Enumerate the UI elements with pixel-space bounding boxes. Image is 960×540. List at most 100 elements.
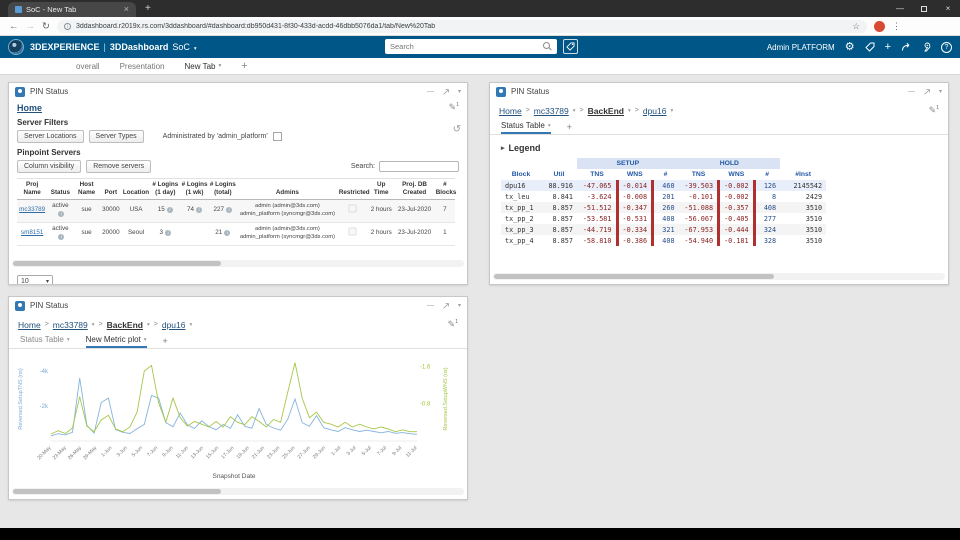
- column-header[interactable]: # Logins (1 day): [150, 178, 181, 200]
- chevron-down-icon[interactable]: ▾: [67, 337, 70, 343]
- chevron-down-icon[interactable]: ▾: [573, 108, 576, 114]
- column-header[interactable]: #: [754, 169, 780, 180]
- column-header[interactable]: Port: [99, 178, 122, 200]
- column-header[interactable]: Restricted: [337, 178, 370, 200]
- new-tab-button[interactable]: +: [145, 3, 151, 14]
- tab-close-icon[interactable]: ×: [124, 5, 129, 14]
- info-icon[interactable]: i: [165, 229, 172, 236]
- tab-overall[interactable]: overall: [76, 62, 100, 71]
- gear-icon[interactable]: ⚙: [845, 41, 855, 53]
- widget-minimize-icon[interactable]: —: [908, 88, 915, 95]
- user-name[interactable]: Admin PLATFORM: [767, 43, 835, 52]
- info-icon[interactable]: i: [226, 206, 233, 213]
- restricted-checkbox[interactable]: [349, 205, 357, 213]
- scrollbar-thumb[interactable]: [13, 261, 221, 266]
- widget-menu-icon[interactable]: ▾: [458, 88, 461, 95]
- info-icon[interactable]: i: [166, 206, 173, 213]
- scrollbar-thumb[interactable]: [13, 489, 221, 494]
- column-header[interactable]: Proj Name: [17, 178, 48, 200]
- column-header[interactable]: Proj. DB Created: [394, 178, 435, 200]
- edit-widget-button[interactable]: ✎1: [449, 102, 459, 113]
- dashboard-name[interactable]: SoC: [172, 42, 190, 52]
- column-header[interactable]: WNS: [617, 169, 653, 180]
- chevron-down-icon[interactable]: ▾: [189, 322, 192, 328]
- tab-new-metric-plot[interactable]: New Metric plot ▾: [85, 335, 147, 348]
- info-icon[interactable]: i: [224, 229, 231, 236]
- info-icon[interactable]: i: [58, 211, 65, 218]
- search-input[interactable]: [390, 42, 539, 51]
- scrollbar-thumb[interactable]: [494, 274, 775, 279]
- add-widget-tab-button[interactable]: +: [567, 122, 572, 134]
- chevron-down-icon[interactable]: ▾: [144, 337, 147, 343]
- column-header[interactable]: Up Time: [368, 178, 395, 200]
- add-tab-button[interactable]: +: [241, 60, 247, 72]
- edit-widget-button[interactable]: ✎1: [448, 319, 458, 330]
- column-header[interactable]: #: [653, 169, 679, 180]
- column-header[interactable]: # Logins (total): [208, 178, 237, 200]
- chevron-down-icon[interactable]: ▾: [147, 322, 150, 328]
- tag-search-button[interactable]: [563, 39, 578, 54]
- forward-icon[interactable]: →: [26, 21, 36, 32]
- compass-widget-icon[interactable]: [864, 42, 875, 52]
- add-widget-tab-button[interactable]: +: [163, 336, 168, 348]
- project-link[interactable]: mc33789: [19, 206, 45, 213]
- tab-caret-icon[interactable]: ▾: [218, 63, 221, 69]
- column-header[interactable]: TNS: [577, 169, 617, 180]
- column-header[interactable]: Host Name: [73, 178, 100, 200]
- info-icon[interactable]: i: [196, 206, 203, 213]
- breadcrumb-project[interactable]: mc33789: [53, 320, 88, 330]
- page-size-select[interactable]: 10 ▾: [17, 275, 53, 284]
- wrench-icon[interactable]: [921, 42, 931, 52]
- 3ds-compass-logo[interactable]: [8, 39, 24, 55]
- profile-avatar[interactable]: [873, 20, 885, 32]
- widget-menu-icon[interactable]: ▾: [458, 302, 461, 309]
- restricted-checkbox[interactable]: [349, 228, 357, 236]
- tab-status-table[interactable]: Status Table ▾: [501, 121, 551, 134]
- window-maximize-icon[interactable]: [912, 0, 936, 17]
- window-minimize-icon[interactable]: —: [888, 0, 912, 17]
- widget-expand-icon[interactable]: [442, 88, 450, 96]
- bookmark-star-icon[interactable]: ☆: [852, 21, 860, 32]
- widget-menu-icon[interactable]: ▾: [939, 88, 942, 95]
- project-link[interactable]: sm8151: [21, 229, 43, 236]
- tab-presentation[interactable]: Presentation: [120, 62, 165, 71]
- widget-expand-icon[interactable]: [442, 302, 450, 310]
- breadcrumb-home[interactable]: Home: [18, 320, 41, 330]
- address-field[interactable]: i 3ddashboard.r2019x.rs.com/3ddashboard/…: [56, 19, 867, 33]
- widget-expand-icon[interactable]: [923, 88, 931, 96]
- server-types-button[interactable]: Server Types: [88, 130, 144, 143]
- share-icon[interactable]: [901, 42, 911, 52]
- widget-minimize-icon[interactable]: —: [427, 88, 434, 95]
- column-header[interactable]: # Logins (1 wk): [180, 178, 209, 200]
- edit-widget-button[interactable]: ✎1: [929, 105, 939, 116]
- column-header[interactable]: Status: [47, 178, 74, 200]
- server-locations-button[interactable]: Server Locations: [17, 130, 84, 143]
- horizontal-scrollbar[interactable]: [493, 273, 945, 280]
- horizontal-scrollbar[interactable]: [12, 260, 464, 267]
- home-link[interactable]: Home: [17, 103, 42, 113]
- breadcrumb-project[interactable]: mc33789: [534, 106, 569, 116]
- column-header[interactable]: Admins: [236, 178, 338, 200]
- column-header[interactable]: Util: [541, 169, 577, 180]
- browser-menu-icon[interactable]: ⋮: [892, 21, 901, 32]
- breadcrumb-stage[interactable]: BackEnd: [588, 106, 624, 116]
- browser-tab[interactable]: SoC - New Tab ×: [8, 2, 136, 17]
- back-icon[interactable]: ←: [9, 21, 19, 32]
- dashboard-caret-icon[interactable]: ▾: [194, 46, 197, 52]
- chevron-down-icon[interactable]: ▾: [628, 108, 631, 114]
- column-header[interactable]: WNS: [719, 169, 755, 180]
- column-header[interactable]: TNS: [679, 169, 719, 180]
- chevron-down-icon[interactable]: ▾: [670, 108, 673, 114]
- column-header[interactable]: # Blocks: [434, 178, 456, 200]
- chevron-down-icon[interactable]: ▾: [92, 322, 95, 328]
- column-header[interactable]: Block: [501, 169, 541, 180]
- widget-minimize-icon[interactable]: —: [427, 302, 434, 309]
- add-icon[interactable]: +: [885, 41, 891, 53]
- tab-new-tab[interactable]: New Tab ▾: [185, 62, 222, 71]
- admin-filter-checkbox[interactable]: [272, 131, 282, 142]
- horizontal-scrollbar[interactable]: [12, 488, 464, 495]
- reload-icon[interactable]: ↻: [42, 21, 50, 32]
- table-search-input[interactable]: [379, 161, 459, 172]
- column-header[interactable]: Location: [121, 178, 151, 200]
- column-visibility-button[interactable]: Column visibility: [17, 160, 82, 173]
